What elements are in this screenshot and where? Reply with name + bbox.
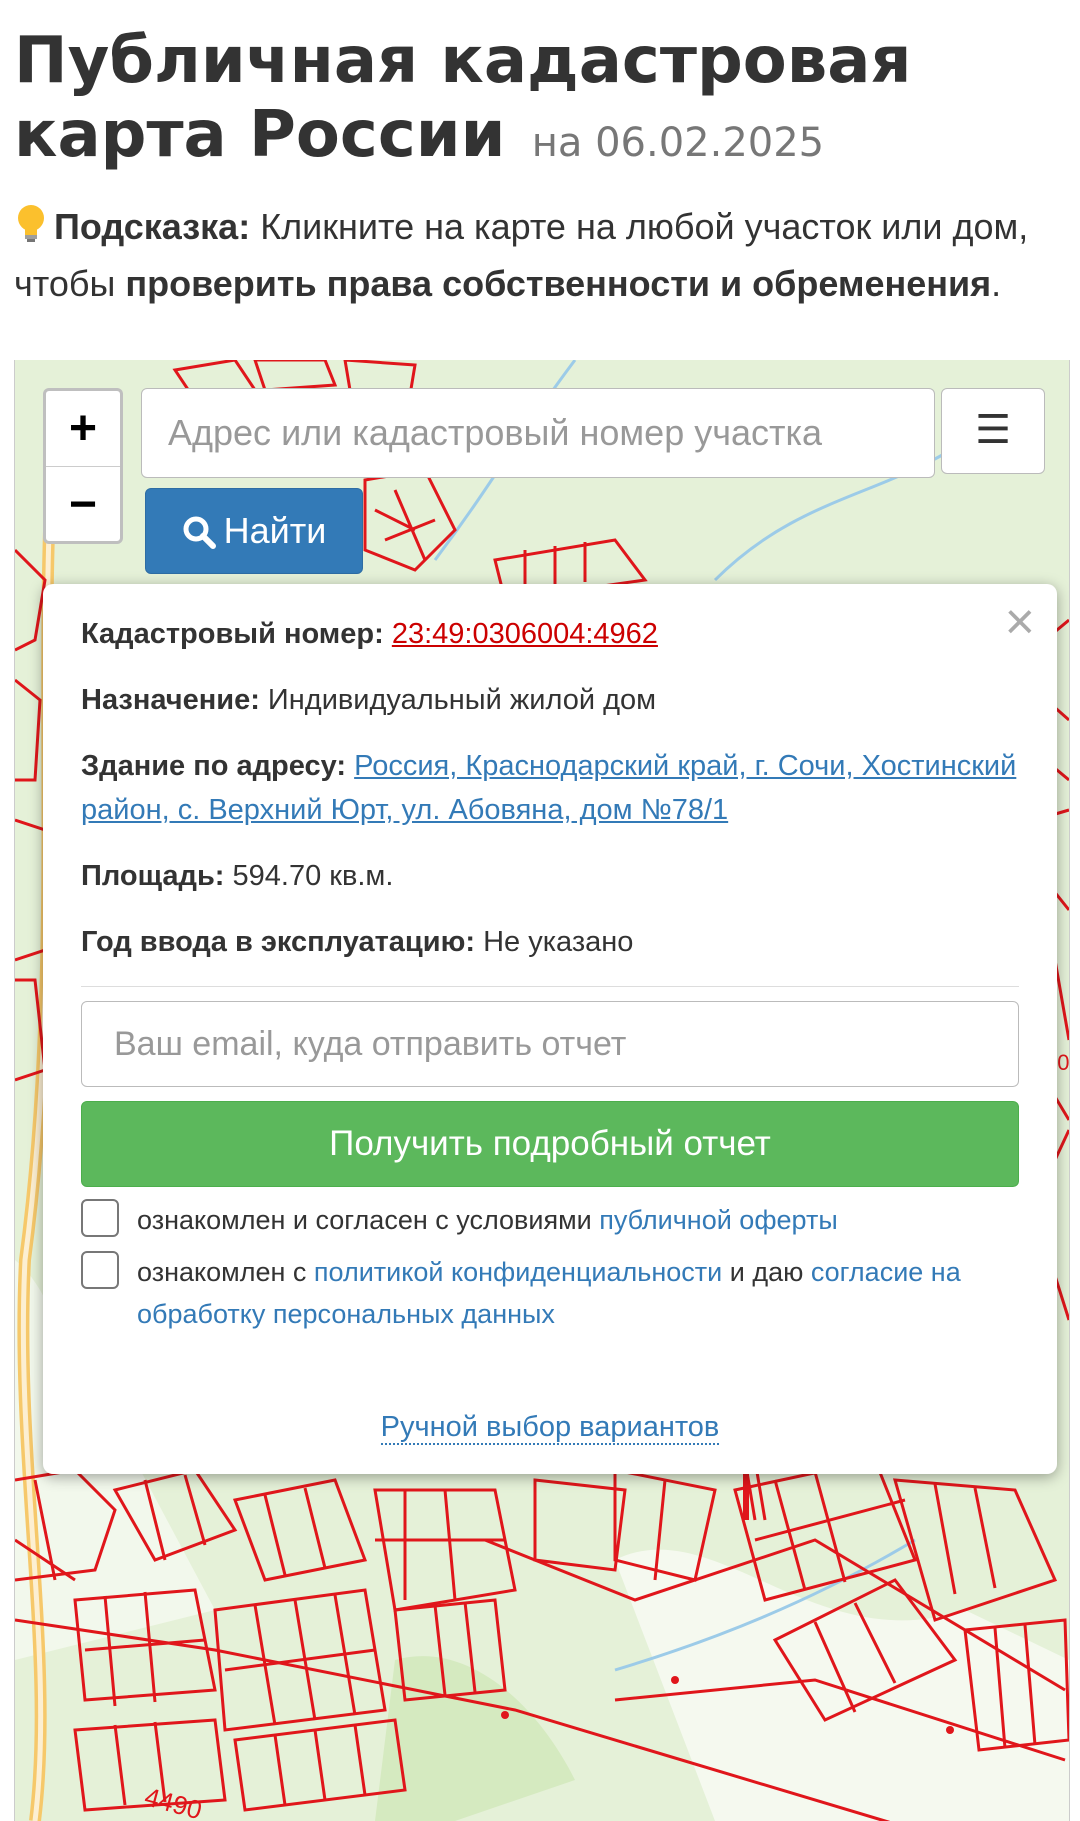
purpose-label: Назначение: [81,684,260,716]
cadastral-map[interactable]: 4490 50 + − ☰ Найти × Кадастровый номер:… [14,360,1070,1821]
cadastral-label: Кадастровый номер: [81,618,384,650]
email-field[interactable] [81,1001,1019,1087]
offer-consent: ознакомлен и согласен с условиями публич… [81,1199,1019,1241]
cadastral-number-link[interactable]: 23:49:0306004:4962 [392,618,658,650]
divider [81,986,1019,987]
year-value: Не указано [483,926,634,958]
hint-text-end: . [991,263,1002,304]
privacy-checkbox[interactable] [81,1251,119,1289]
close-icon[interactable]: × [1005,592,1035,652]
menu-button[interactable]: ☰ [941,388,1045,474]
manual-selection-link[interactable]: Ручной выбор вариантов [380,1411,720,1445]
area-row: Площадь: 594.70 кв.м. [81,854,1019,898]
purpose-value: Индивидуальный жилой дом [267,684,657,716]
page-date: на 06.02.2025 [531,120,825,166]
purpose-row: Назначение: Индивидуальный жилой дом [81,678,1019,722]
address-label: Здание по адресу: [81,750,347,782]
zoom-out-button[interactable]: − [46,466,120,542]
zoom-control: + − [43,388,123,544]
privacy-consent-text-2: и даю [722,1257,811,1287]
hint-bold-text: проверить права собственности и обремене… [125,263,992,304]
privacy-consent-text: ознакомлен с [137,1257,314,1287]
offer-checkbox[interactable] [81,1199,119,1237]
object-popup: × Кадастровый номер: 23:49:0306004:4962 … [43,584,1057,1474]
hint: Подсказка: Кликните на карте на любой уч… [14,200,1064,310]
year-row: Год ввода в эксплуатацию: Не указано [81,920,1019,964]
area-label: Площадь: [81,860,225,892]
offer-consent-text: ознакомлен и согласен с условиями [137,1205,600,1235]
page-title: Публичная кадастровая карта России на 06… [14,24,1064,180]
search-icon [183,516,216,549]
zoom-in-button[interactable]: + [46,391,120,466]
privacy-consent: ознакомлен с политикой конфиденциальност… [81,1251,1019,1335]
manual-selection: Ручной выбор вариантов [43,1411,1057,1445]
cadastral-row: Кадастровый номер: 23:49:0306004:4962 [81,612,1019,656]
area-value: 594.70 кв.м. [232,860,394,892]
address-row: Здание по адресу: Россия, Краснодарский … [81,744,1019,832]
year-label: Год ввода в эксплуатацию: [81,926,475,958]
hint-label: Подсказка: [54,206,251,247]
search-input[interactable] [141,388,935,478]
public-offer-link[interactable]: публичной оферты [599,1205,838,1235]
hamburger-icon: ☰ [975,408,1011,452]
privacy-policy-link[interactable]: политикой конфиденциальности [314,1257,722,1287]
get-report-button[interactable]: Получить подробный отчет [81,1101,1019,1187]
find-button[interactable]: Найти [145,488,363,574]
find-button-label: Найти [223,510,327,551]
lightbulb-icon [14,203,54,257]
